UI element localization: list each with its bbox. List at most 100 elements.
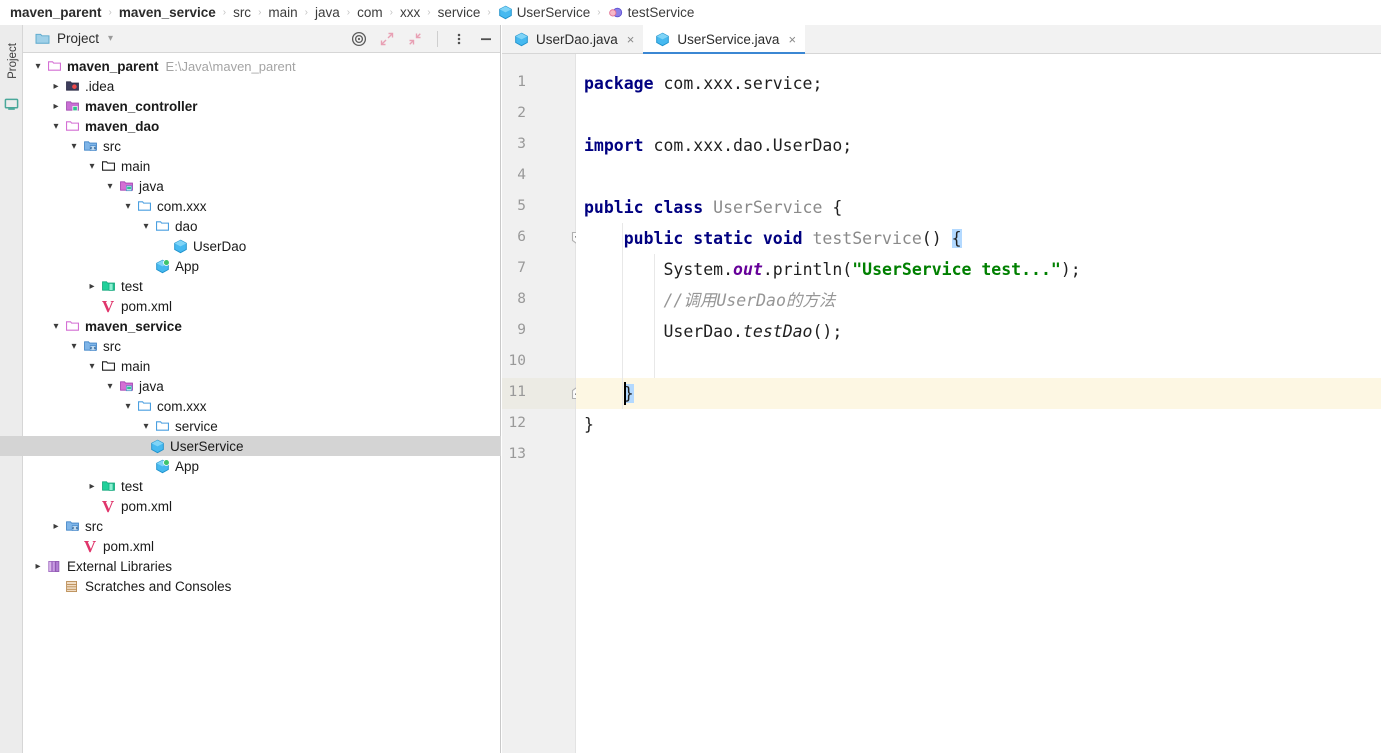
chevron-down-icon[interactable]: ▾ — [31, 61, 45, 72]
more-options-icon[interactable] — [452, 31, 466, 47]
java-class-icon — [514, 32, 529, 47]
tree-row[interactable]: Vpom.xml — [23, 536, 500, 556]
tree-row[interactable]: ▾ com.xxx — [23, 196, 500, 216]
tree-row-label: test — [121, 478, 143, 494]
breadcrumb-item-main[interactable]: main — [268, 5, 297, 20]
tree-row-label: pom.xml — [121, 498, 173, 514]
close-icon[interactable]: × — [627, 32, 635, 47]
project-tree: ▾ maven_parent E:\Java\maven_parent ▸ .idea ▸… — [0, 53, 501, 596]
breadcrumb-item-src[interactable]: src — [233, 5, 251, 20]
code-token: testService — [812, 229, 922, 248]
tree-row[interactable]: ▸ External Libraries — [23, 556, 500, 576]
tree-row[interactable]: ▾ maven_parent E:\Java\maven_parent — [23, 56, 500, 76]
tree-row[interactable]: App — [23, 456, 500, 476]
code-text-area[interactable]: package com.xxx.service; import com.xxx.d… — [576, 54, 1381, 753]
chevron-down-icon[interactable]: ▾ — [103, 181, 117, 192]
chevron-right-icon[interactable]: ▸ — [49, 101, 63, 112]
sources-root-folder-icon — [117, 379, 135, 393]
chevron-down-icon[interactable]: ▾ — [121, 401, 135, 412]
chevron-down-icon[interactable]: ▾ — [85, 161, 99, 172]
tree-row-label: java — [139, 178, 164, 194]
chevron-down-icon[interactable]: ▾ — [121, 201, 135, 212]
tree-row[interactable]: ▾ maven_service — [23, 316, 500, 336]
editor-tab-label: UserDao.java — [536, 31, 618, 47]
chevron-down-icon[interactable]: ▾ — [103, 381, 117, 392]
breadcrumb-item-service[interactable]: service — [438, 5, 481, 20]
code-token: { — [822, 198, 843, 217]
editor-tab-userservice-java[interactable]: UserService.java × — [643, 25, 806, 54]
test-folder-icon — [99, 279, 117, 293]
tree-row[interactable]: Scratches and Consoles — [23, 576, 500, 596]
collapse-all-icon[interactable] — [407, 31, 423, 47]
breadcrumb-item-xxx[interactable]: xxx — [400, 5, 420, 20]
chevron-right-icon[interactable]: ▸ — [85, 281, 99, 292]
tree-row[interactable]: ▾ dao — [23, 216, 500, 236]
tree-row[interactable]: ▸ src — [23, 516, 500, 536]
expand-all-icon[interactable] — [379, 31, 395, 47]
chevron-down-icon[interactable]: ▾ — [85, 361, 99, 372]
editor-tab-userdao-java[interactable]: UserDao.java × — [502, 25, 644, 53]
code-token: com.xxx.dao.UserDao; — [643, 136, 853, 155]
chevron-down-icon[interactable]: ▾ — [67, 341, 81, 352]
code-line: } — [576, 378, 1381, 409]
code-line: package com.xxx.service; — [576, 68, 1381, 99]
code-editor[interactable]: 1 2 3 4 5 6 7 8 9 10 11 12 13 package com.xxx.servic… — [502, 54, 1381, 753]
breadcrumb-item-label: xxx — [399, 4, 421, 20]
breadcrumb-item-testservice[interactable]: testService — [608, 5, 694, 20]
chevron-down-icon[interactable]: ▾ — [108, 33, 113, 44]
close-icon[interactable]: × — [788, 32, 796, 47]
chevron-down-icon[interactable]: ▾ — [49, 121, 63, 132]
breadcrumb-item-maven-service[interactable]: maven_service — [119, 5, 216, 20]
breadcrumb-item-java[interactable]: java — [315, 5, 340, 20]
tree-row[interactable]: ▸ test — [23, 276, 500, 296]
tree-row-label: External Libraries — [67, 558, 173, 574]
tree-row[interactable]: ▾ src — [23, 136, 500, 156]
breadcrumb-item-maven-parent[interactable]: maven_parent — [10, 5, 102, 20]
tree-row[interactable]: ▾ src — [23, 336, 500, 356]
breadcrumb-separator: › — [222, 6, 227, 18]
chevron-right-icon[interactable]: ▸ — [85, 481, 99, 492]
code-token: //调用UserDao的方法 — [663, 291, 836, 310]
ide-window: maven_parent › maven_service › src › main › java… — [0, 0, 1381, 753]
editor-gutter[interactable]: 1 2 3 4 5 6 7 8 9 10 11 12 13 — [502, 54, 585, 753]
hide-panel-icon[interactable] — [478, 31, 494, 47]
tree-row[interactable]: ▾ java — [23, 176, 500, 196]
tree-row[interactable]: ▸ maven_controller — [23, 96, 500, 116]
tree-row[interactable]: Vpom.xml — [23, 496, 500, 516]
line-number: 7 — [517, 260, 526, 276]
tree-row[interactable]: ▸ test — [23, 476, 500, 496]
module-folder-icon — [45, 59, 63, 73]
tree-row[interactable]: App — [23, 256, 500, 276]
chevron-right-icon[interactable]: ▸ — [49, 81, 63, 92]
breadcrumb-item-userservice[interactable]: UserService — [498, 5, 590, 20]
editor-tab-label: UserService.java — [677, 31, 780, 47]
chevron-down-icon[interactable]: ▾ — [49, 321, 63, 332]
tree-row-selected[interactable]: UserService — [0, 436, 501, 456]
tool-window-button-project[interactable]: Project — [7, 35, 19, 87]
tree-row[interactable]: UserDao — [23, 236, 500, 256]
tree-row[interactable]: ▾ com.xxx — [23, 396, 500, 416]
code-token: } — [584, 415, 594, 434]
select-opened-file-icon[interactable] — [351, 31, 367, 47]
chevron-down-icon[interactable]: ▾ — [139, 421, 153, 432]
maven-pom-icon: V — [101, 296, 115, 316]
chevron-right-icon[interactable]: ▸ — [31, 561, 45, 572]
toolbar-divider — [437, 31, 438, 47]
monitor-icon[interactable] — [4, 97, 19, 112]
breadcrumb-item-label: maven_service — [118, 4, 216, 20]
tree-row[interactable]: ▾ service — [23, 416, 500, 436]
code-token: ); — [1060, 260, 1081, 279]
tree-row[interactable]: ▾ maven_dao — [23, 116, 500, 136]
chevron-down-icon[interactable]: ▾ — [139, 221, 153, 232]
tree-row[interactable]: ▾ main — [23, 356, 500, 376]
chevron-right-icon[interactable]: ▸ — [49, 521, 63, 532]
tree-row-label: main — [121, 158, 151, 174]
breadcrumb-item-com[interactable]: com — [357, 5, 383, 20]
tree-row[interactable]: ▾ java — [23, 376, 500, 396]
tree-row[interactable]: Vpom.xml — [23, 296, 500, 316]
chevron-down-icon[interactable]: ▾ — [67, 141, 81, 152]
tree-row[interactable]: ▾ main — [23, 156, 500, 176]
project-panel-title: Project — [57, 31, 100, 46]
tree-row[interactable]: ▸ .idea — [23, 76, 500, 96]
